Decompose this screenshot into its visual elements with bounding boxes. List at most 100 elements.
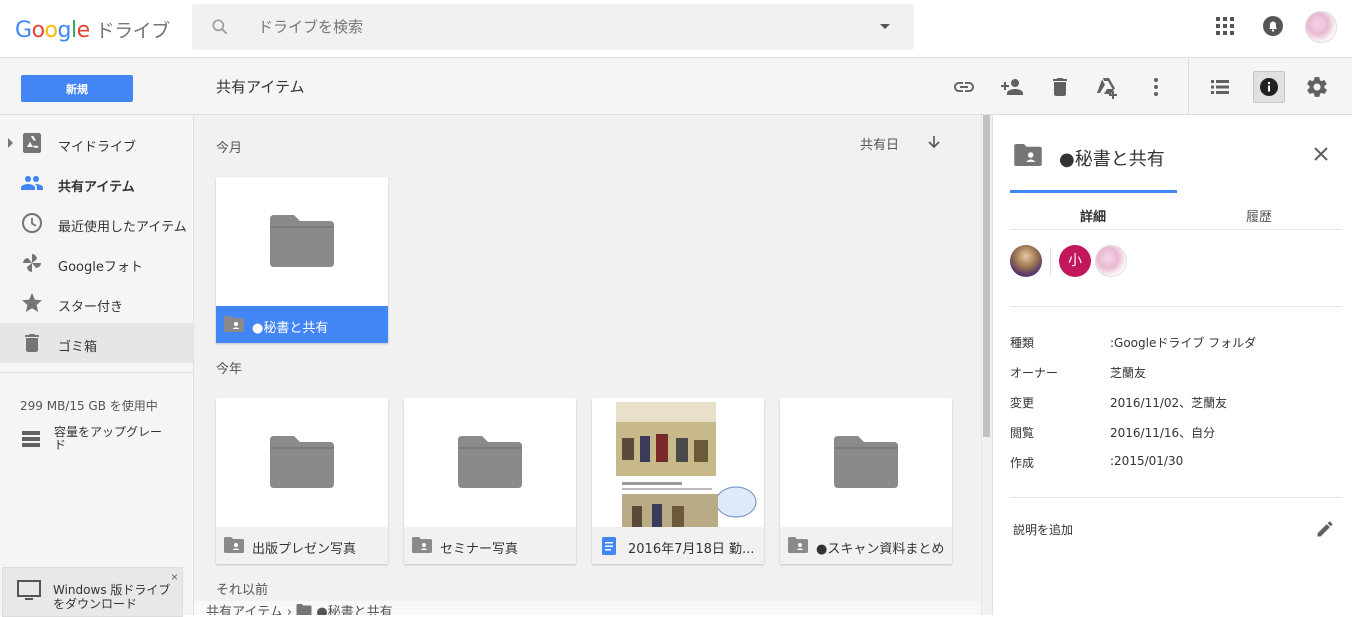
breadcrumb: 共有アイテム › ●秘書と共有: [194, 601, 981, 615]
sidebar-item-starred[interactable]: スター付き: [0, 283, 193, 323]
breadcrumb-root[interactable]: 共有アイテム: [206, 605, 283, 615]
storage-icon: [22, 431, 40, 447]
file-name: 出版プレゼン写真: [252, 542, 357, 557]
top-bar: Google ドライブ: [0, 0, 1352, 58]
property-modified: 変更 2016/11/02、芝蘭友: [1010, 394, 1227, 411]
add-description[interactable]: 説明を追加: [1013, 521, 1073, 538]
tab-activity[interactable]: 履歴: [1246, 206, 1272, 225]
sidebar-item-google-photos[interactable]: Googleフォト: [0, 243, 193, 283]
tab-details[interactable]: 詳細: [1080, 206, 1106, 225]
close-icon[interactable]: [1312, 145, 1330, 163]
property-key: 変更: [1010, 396, 1035, 410]
file-name: セミナー写真: [440, 542, 519, 557]
list-view-icon[interactable]: [1208, 75, 1232, 99]
page-title: 共有アイテム: [216, 78, 305, 96]
sidebar-item-trash[interactable]: ゴミ箱: [0, 323, 193, 363]
folder-thumbnail: [780, 398, 952, 527]
file-card[interactable]: 出版プレゼン写真: [216, 398, 388, 564]
folder-icon: [296, 604, 312, 615]
avatar-divider: [1050, 247, 1051, 275]
sort-direction-arrow-icon[interactable]: [926, 134, 942, 150]
search-options-dropdown-icon[interactable]: [880, 24, 890, 29]
sidebar-item-recent[interactable]: 最近使用したアイテム: [0, 203, 193, 243]
download-drive-label: Windows 版ドライブをダウンロード: [53, 583, 171, 611]
search-input[interactable]: [258, 16, 858, 38]
logo-letter: o: [31, 18, 45, 43]
get-link-icon[interactable]: [952, 75, 976, 99]
property-key: 種類: [1010, 336, 1035, 350]
sidebar: マイドライブ 共有アイテム 最近使用したアイテム Googleフォト スター付き…: [0, 115, 194, 617]
section-label-this-month: 今月: [216, 141, 243, 156]
sidebar-divider: [0, 372, 193, 373]
sidebar-item-label: ゴミ箱: [58, 340, 98, 355]
action-bar: 新規 共有アイテム: [0, 58, 1352, 115]
file-card-footer: ●秘書と共有: [216, 306, 388, 343]
star-icon: [22, 293, 42, 312]
shared-folder-icon: [412, 537, 432, 553]
download-drive-banner[interactable]: Windows 版ドライブをダウンロード ×: [2, 567, 183, 617]
upgrade-storage-link[interactable]: 容量をアップグレード: [20, 426, 180, 456]
file-card[interactable]: ●スキャン資料まとめ: [780, 398, 952, 564]
notifications-icon[interactable]: [1262, 15, 1284, 37]
pinwheel-icon: [23, 254, 41, 272]
expand-caret-icon[interactable]: [8, 138, 13, 148]
add-to-drive-icon[interactable]: [1095, 75, 1119, 99]
trash-icon: [25, 334, 39, 352]
folder-thumbnail: [216, 177, 388, 306]
active-tab-indicator: [1010, 190, 1177, 193]
file-card[interactable]: セミナー写真: [404, 398, 576, 564]
sidebar-item-label: 共有アイテム: [58, 180, 135, 195]
details-toggle-button[interactable]: [1253, 71, 1285, 103]
search-box[interactable]: [192, 4, 914, 50]
apps-grid-icon[interactable]: [1215, 16, 1235, 36]
search-icon: [212, 19, 228, 35]
logo-letter: g: [57, 18, 72, 43]
sharer-avatar[interactable]: [1095, 245, 1127, 277]
owner-avatar[interactable]: [1010, 245, 1042, 277]
sharer-avatar[interactable]: 小: [1059, 245, 1091, 277]
file-card[interactable]: 2016年7月18日 勤...: [592, 398, 764, 564]
share-add-person-icon[interactable]: [1000, 75, 1024, 99]
shared-folder-icon: [224, 316, 244, 332]
folder-icon: [458, 436, 522, 488]
file-name: 2016年7月18日 勤...: [628, 542, 755, 557]
folder-icon: [834, 436, 898, 488]
settings-gear-icon[interactable]: [1305, 75, 1329, 99]
file-card-footer: セミナー写真: [404, 527, 576, 564]
property-value: 2016/11/16、自分: [1110, 426, 1216, 440]
details-panel: ●秘書と共有 詳細 履歴 小 種類:Googleドライブ フォルダ オーナー 芝蘭…: [992, 115, 1352, 615]
file-name: ●スキャン資料まとめ: [816, 542, 945, 557]
toolbar-divider: [1188, 58, 1189, 114]
document-thumbnail: [592, 398, 764, 527]
property-value: :Googleドライブ フォルダ: [1110, 336, 1257, 350]
drive-icon: [23, 133, 41, 153]
new-button[interactable]: 新規: [21, 75, 133, 102]
property-value: :2015/01/30: [1110, 454, 1184, 468]
property-type: 種類 :Googleドライブ フォルダ: [1010, 334, 1256, 351]
sidebar-item-my-drive[interactable]: マイドライブ: [0, 123, 193, 163]
more-options-icon[interactable]: [1144, 75, 1168, 99]
close-icon[interactable]: ×: [171, 570, 178, 584]
panel-divider: [1010, 497, 1342, 498]
breadcrumb-current[interactable]: ●秘書と共有: [316, 605, 392, 615]
account-avatar[interactable]: [1305, 11, 1337, 43]
delete-icon[interactable]: [1048, 75, 1072, 99]
property-key: 作成: [1010, 456, 1035, 470]
shared-folder-icon: [224, 537, 244, 553]
property-value: 2016/11/02、芝蘭友: [1110, 396, 1228, 410]
sort-by-shared-date[interactable]: 共有日: [860, 134, 899, 153]
sidebar-item-label: Googleフォト: [58, 260, 143, 275]
edit-pencil-icon[interactable]: [1315, 519, 1335, 539]
scrollbar-thumb[interactable]: [983, 115, 990, 437]
upgrade-storage-label: 容量をアップグレード: [54, 425, 163, 452]
sidebar-item-shared-with-me[interactable]: 共有アイテム: [0, 163, 193, 203]
storage-usage: 299 MB/15 GB を使用中: [20, 399, 158, 413]
logo-letter: G: [15, 18, 32, 43]
google-drive-logo[interactable]: Google ドライブ: [15, 16, 170, 43]
file-card[interactable]: ●秘書と共有: [216, 177, 388, 343]
folder-icon: [270, 215, 334, 267]
file-name: ●秘書と共有: [252, 321, 329, 336]
logo-letter: o: [44, 18, 58, 43]
property-value: 芝蘭友: [1110, 366, 1147, 380]
logo-letter: e: [76, 18, 91, 43]
